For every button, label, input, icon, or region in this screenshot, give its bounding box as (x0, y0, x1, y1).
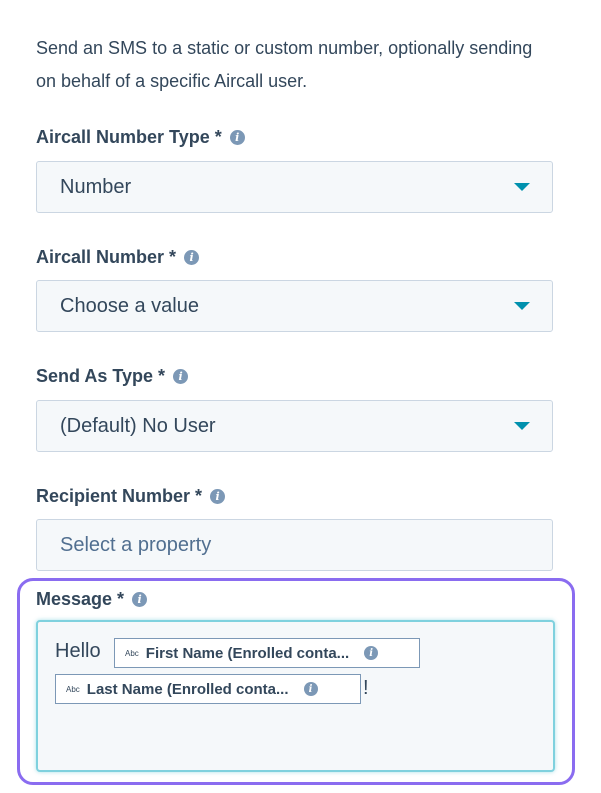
info-icon[interactable]: i (364, 646, 379, 660)
text-type-icon: Abc (66, 684, 80, 694)
chevron-down-icon (514, 302, 530, 310)
info-icon[interactable]: i (229, 130, 245, 145)
number-type-label-text: Aircall Number Type * (36, 127, 222, 147)
info-icon[interactable]: i (184, 250, 200, 265)
last-name-token-label: Last Name (Enrolled conta... (86, 680, 289, 698)
aircall-number-select[interactable]: Choose a value (36, 280, 553, 332)
aircall-number-label: Aircall Number * i (36, 247, 200, 268)
message-editor[interactable]: Hello Abc First Name (Enrolled conta... … (36, 620, 555, 772)
aircall-number-label-text: Aircall Number * (36, 247, 177, 267)
info-icon[interactable]: i (303, 682, 318, 696)
recipient-number-label-text: Recipient Number * (36, 486, 203, 506)
send-as-type-label-text: Send As Type * (36, 366, 166, 386)
message-text-hello: Hello (55, 640, 101, 662)
message-text-exclamation: ! (363, 677, 369, 699)
first-name-token-label: First Name (Enrolled conta... (145, 644, 350, 662)
recipient-number-label: Recipient Number * i (36, 486, 226, 507)
send-as-type-value: (Default) No User (60, 414, 216, 437)
chevron-down-icon (514, 183, 530, 191)
number-type-select[interactable]: Number (36, 161, 553, 213)
number-type-value: Number (60, 175, 132, 198)
chevron-down-icon (514, 422, 530, 430)
first-name-token[interactable]: Abc First Name (Enrolled conta... i (114, 638, 420, 668)
send-as-type-label: Send As Type * i (36, 366, 189, 387)
info-icon[interactable]: i (132, 592, 148, 607)
aircall-number-value: Choose a value (60, 294, 199, 317)
last-name-token[interactable]: Abc Last Name (Enrolled conta... i (55, 674, 361, 704)
recipient-number-placeholder: Select a property (60, 533, 212, 556)
send-as-type-select[interactable]: (Default) No User (36, 400, 553, 452)
message-label: Message * i (36, 589, 148, 610)
action-description: Send an SMS to a static or custom number… (36, 38, 533, 91)
info-icon[interactable]: i (173, 369, 189, 384)
number-type-label: Aircall Number Type * i (36, 127, 245, 148)
text-type-icon: Abc (125, 648, 139, 658)
message-label-text: Message * (36, 589, 125, 609)
recipient-number-select[interactable]: Select a property (36, 519, 553, 571)
info-icon[interactable]: i (210, 489, 226, 504)
